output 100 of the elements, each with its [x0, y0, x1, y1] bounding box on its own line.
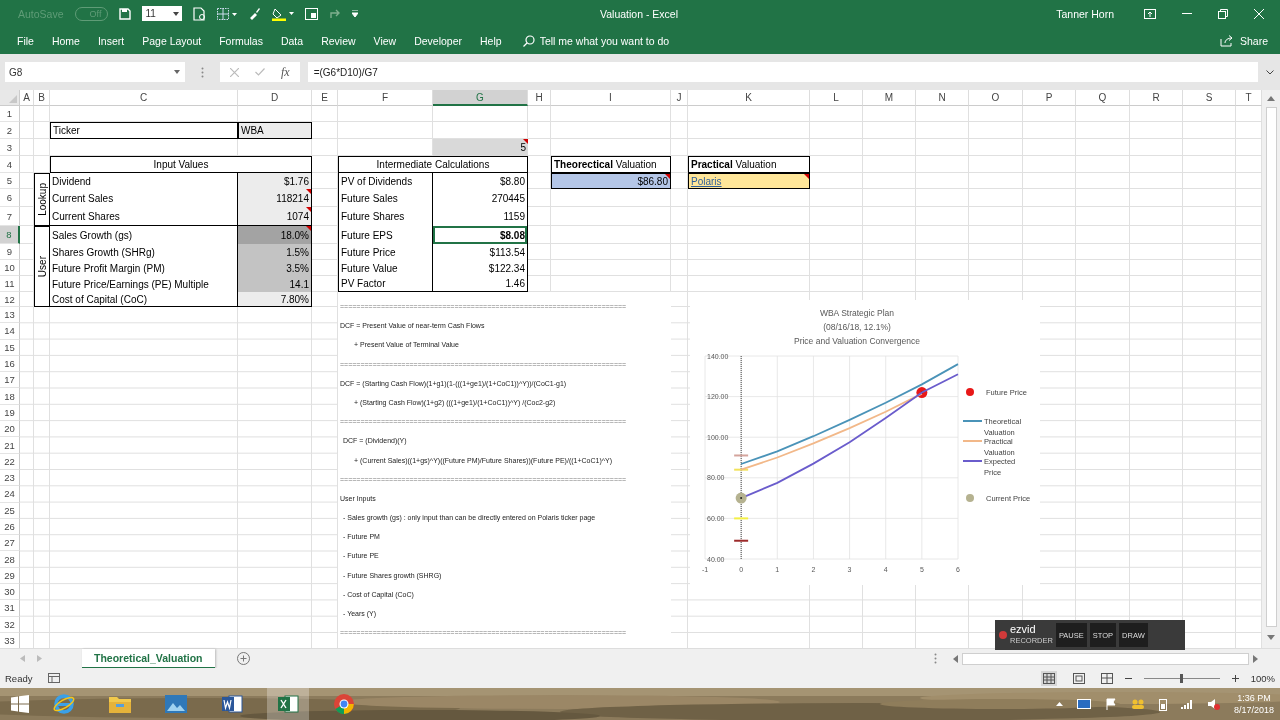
restore-icon[interactable]	[1218, 8, 1228, 19]
image-viewer-icon[interactable]	[164, 694, 188, 714]
column-header[interactable]: L	[810, 90, 863, 106]
polaris-link[interactable]: Polaris	[691, 175, 722, 187]
add-sheet-icon[interactable]	[236, 652, 250, 665]
row-header[interactable]: 13	[0, 307, 20, 324]
row-header[interactable]: 12	[0, 292, 20, 307]
column-header[interactable]: N	[916, 90, 969, 106]
ribbon-tab[interactable]: Review	[314, 31, 363, 50]
customize-icon[interactable]	[352, 10, 359, 17]
word-processor-icon[interactable]	[221, 694, 243, 714]
sheet-tab[interactable]: Theoretical_Valuation	[82, 648, 215, 669]
borders-icon[interactable]	[217, 7, 238, 20]
column-header[interactable]: Q	[1076, 90, 1130, 106]
scroll-thumb[interactable]	[1265, 107, 1277, 627]
row-header[interactable]: 18	[0, 388, 20, 405]
flag-icon[interactable]	[1104, 698, 1117, 710]
clock-date[interactable]: 8/17/2018	[1233, 704, 1274, 716]
ribbon-tab[interactable]: Formulas	[212, 31, 270, 50]
paintbrush-icon[interactable]	[248, 7, 262, 20]
show-hidden-icons-icon[interactable]	[1055, 702, 1063, 706]
scroll-up-icon[interactable]	[1267, 96, 1275, 101]
row-header[interactable]: 27	[0, 535, 20, 552]
row-header[interactable]: 30	[0, 584, 20, 601]
save-icon[interactable]	[119, 7, 132, 20]
column-header[interactable]: B	[34, 90, 50, 106]
browser-e-icon[interactable]	[53, 693, 75, 715]
drag-handle-icon[interactable]	[201, 66, 204, 78]
ribbon-tab[interactable]: Insert	[90, 31, 132, 50]
column-header[interactable]: S	[1183, 90, 1236, 106]
signal-icon[interactable]	[1180, 699, 1193, 709]
keyboard-icon[interactable]	[1076, 699, 1091, 709]
name-box[interactable]: G8	[5, 62, 185, 82]
row-header[interactable]: 21	[0, 437, 20, 454]
column-header[interactable]: A	[20, 90, 34, 106]
scroll-left-icon[interactable]	[953, 654, 958, 663]
document-refresh-icon[interactable]	[193, 6, 207, 21]
column-header[interactable]: O	[969, 90, 1023, 106]
scroll-right-icon[interactable]	[1253, 654, 1258, 663]
window-icon[interactable]	[305, 7, 319, 20]
row-header[interactable]: 31	[0, 600, 20, 617]
page-break-icon[interactable]	[1100, 672, 1113, 684]
row-header[interactable]: 8	[0, 226, 20, 244]
row-header[interactable]: 7	[0, 207, 20, 226]
column-header[interactable]: T	[1236, 90, 1262, 106]
row-header[interactable]: 17	[0, 372, 20, 389]
column-header[interactable]: K	[688, 90, 810, 106]
column-header[interactable]: F	[338, 90, 433, 106]
volume-muted-icon[interactable]	[1206, 698, 1220, 710]
scroll-thumb[interactable]	[962, 652, 1249, 665]
scroll-down-icon[interactable]	[1267, 635, 1275, 640]
zoom-slider-thumb[interactable]	[1180, 673, 1184, 683]
page-layout-icon[interactable]	[1072, 672, 1085, 684]
row-header[interactable]: 20	[0, 421, 20, 438]
start-icon[interactable]	[11, 695, 29, 713]
row-header[interactable]: 9	[0, 244, 20, 260]
column-header[interactable]: C	[50, 90, 238, 106]
ribbon-display-icon[interactable]	[1144, 8, 1156, 19]
fill-color-icon[interactable]	[272, 6, 295, 21]
column-header[interactable]: H	[528, 90, 551, 106]
font-size-field[interactable]: 11	[142, 6, 183, 21]
column-header[interactable]: P	[1023, 90, 1076, 106]
ribbon-tab[interactable]: Developer	[407, 31, 469, 50]
ribbon-tab[interactable]: File	[10, 31, 41, 50]
row-header[interactable]: 28	[0, 551, 20, 568]
row-header[interactable]: 10	[0, 260, 20, 276]
insert-function-button[interactable]: fx	[281, 64, 290, 80]
folder-icon[interactable]	[108, 694, 132, 714]
row-header[interactable]: 3	[0, 139, 20, 156]
row-header[interactable]: 1	[0, 106, 20, 122]
spreadsheet-app-icon[interactable]	[277, 694, 299, 714]
row-header[interactable]: 24	[0, 486, 20, 503]
battery-icon[interactable]	[1158, 697, 1167, 711]
column-header[interactable]: D	[238, 90, 312, 106]
close-icon[interactable]	[1254, 8, 1264, 19]
column-header[interactable]: R	[1130, 90, 1183, 106]
column-header[interactable]: E	[312, 90, 338, 106]
macro-record-icon[interactable]	[48, 673, 61, 683]
chrome-browser-icon[interactable]	[333, 693, 355, 715]
ribbon-tab[interactable]: Help	[473, 31, 509, 50]
column-header[interactable]: I	[551, 90, 671, 106]
column-header[interactable]: J	[671, 90, 688, 106]
row-header[interactable]: 14	[0, 323, 20, 340]
row-header[interactable]: 5	[0, 173, 20, 189]
ribbon-tab[interactable]: View	[366, 31, 404, 50]
vertical-scrollbar[interactable]	[1262, 90, 1280, 648]
people-icon[interactable]	[1130, 698, 1145, 710]
ribbon-tab[interactable]: Home	[44, 31, 87, 50]
normal-view-icon[interactable]	[1040, 670, 1057, 686]
formula-field[interactable]: =(G6*D10)/G7	[307, 62, 1258, 82]
expand-icon[interactable]	[1266, 69, 1274, 75]
column-header[interactable]: M	[863, 90, 916, 106]
zoom-in-icon[interactable]	[1231, 674, 1239, 682]
ribbon-tab[interactable]: Data	[273, 31, 311, 50]
row-header[interactable]: 6	[0, 189, 20, 207]
column-header[interactable]: G	[433, 90, 528, 106]
row-header[interactable]: 11	[0, 276, 20, 292]
redo-icon[interactable]	[329, 7, 342, 20]
drag-handle-icon[interactable]	[934, 653, 937, 664]
row-header[interactable]: 2	[0, 122, 20, 139]
